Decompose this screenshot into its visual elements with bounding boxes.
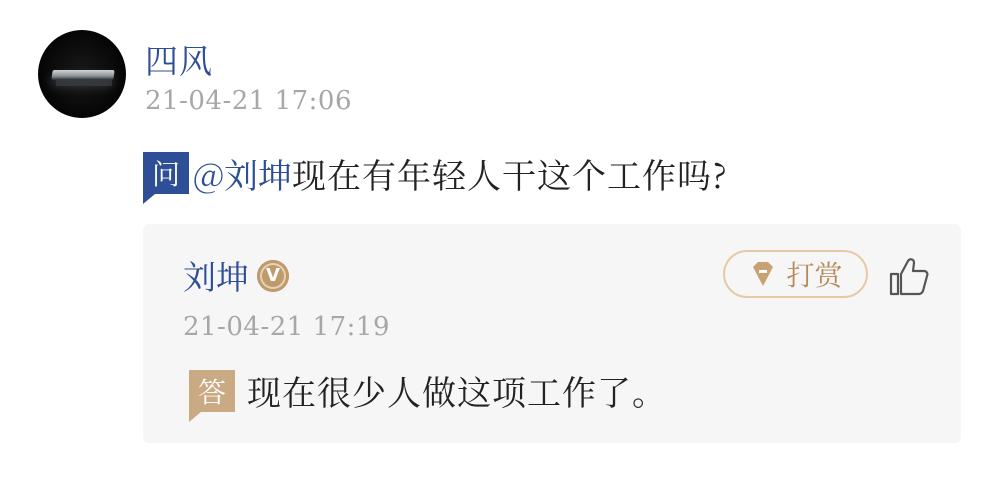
question-row: 问 @刘坤 现在有年轻人干这个工作吗? — [143, 146, 728, 204]
avatar-artwork — [51, 70, 115, 80]
asker-avatar[interactable] — [38, 30, 126, 118]
answer-card: 刘坤 V 打赏 21-04-21 17:19 答 现在很少人做这项工作了。 — [143, 224, 961, 443]
question-text: 现在有年轻人干这个工作吗? — [292, 148, 728, 198]
question-timestamp: 21-04-21 17:06 — [145, 86, 353, 116]
answer-timestamp: 21-04-21 17:19 — [183, 312, 391, 342]
thumbs-up-icon[interactable] — [887, 256, 931, 298]
avatar-artwork-shadow — [56, 80, 112, 86]
diamond-reward-icon — [748, 259, 778, 289]
verified-v-icon: V — [257, 260, 289, 292]
qa-page: 四风 21-04-21 17:06 问 @刘坤 现在有年轻人干这个工作吗? 刘坤… — [0, 0, 1000, 479]
answerer-name[interactable]: 刘坤 — [183, 252, 249, 299]
question-badge: 问 — [143, 152, 189, 204]
mention-link[interactable]: @刘坤 — [193, 149, 292, 198]
answer-row: 答 现在很少人做这项工作了。 — [189, 366, 667, 422]
answer-badge: 答 — [189, 369, 235, 422]
asker-name[interactable]: 四风 — [145, 36, 213, 83]
reward-label: 打赏 — [786, 254, 843, 294]
reward-button[interactable]: 打赏 — [723, 250, 868, 298]
answer-text: 现在很少人做这项工作了。 — [247, 366, 667, 415]
